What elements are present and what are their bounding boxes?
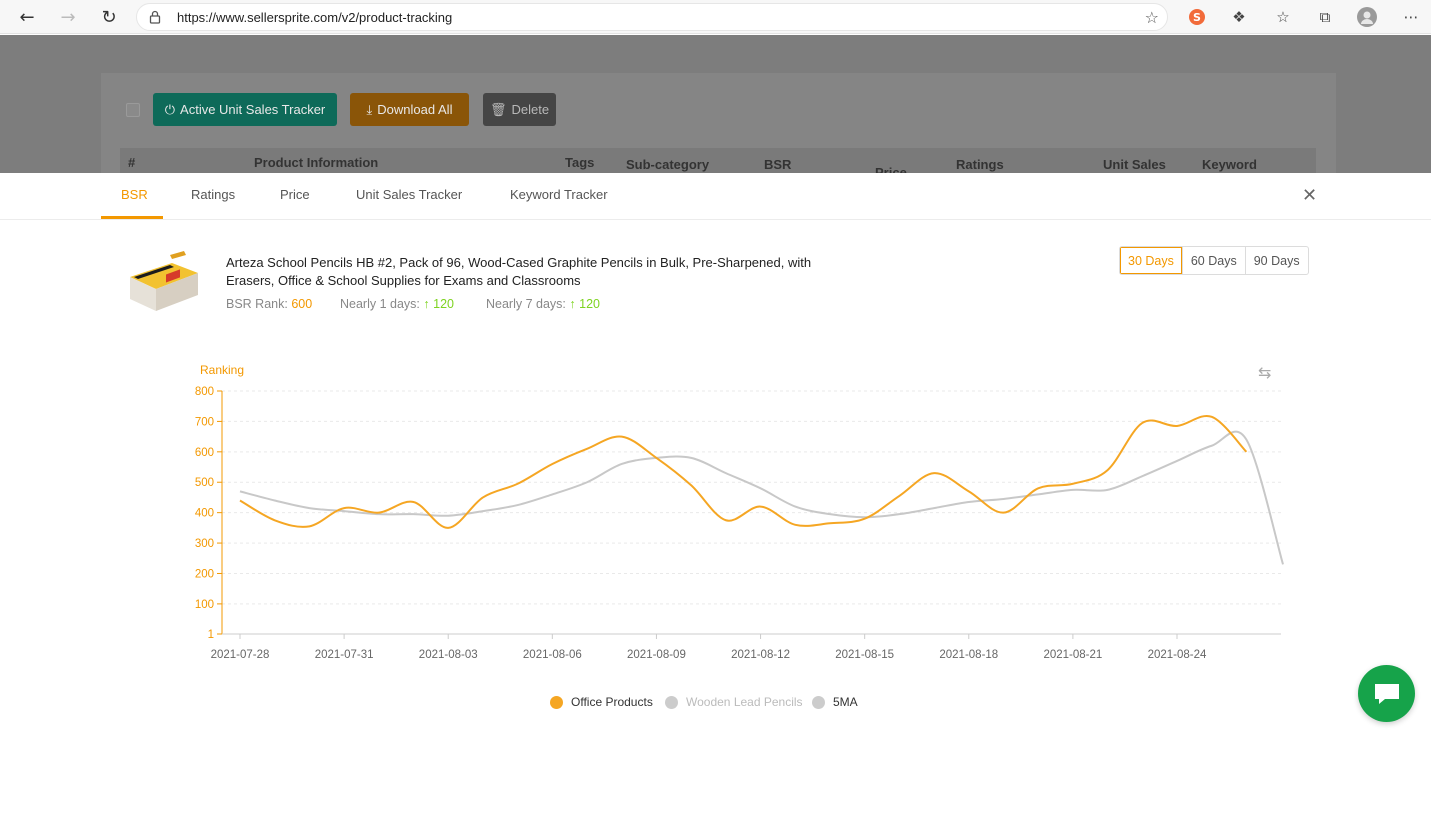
forward-icon[interactable]: → [55,4,81,30]
days-90-button[interactable]: 90 Days [1244,247,1308,274]
y-tick-label: 300 [195,538,214,550]
x-tick-label: 2021-08-09 [627,649,686,661]
delete-button[interactable]: 🗑 Delete [483,93,556,126]
up-arrow-icon: ↑ [569,297,576,311]
nearly-1-days-value: 120 [433,297,454,311]
active-tab-underline [101,216,163,219]
nearly-7-days: Nearly 7 days: ↑ 120 [486,297,600,311]
y-tick-label: 200 [195,568,214,580]
up-arrow-icon: ↑ [423,297,430,311]
extensions-icon[interactable]: ❖ [1228,6,1250,28]
active-unit-sales-tracker-button[interactable]: ⏻ Active Unit Sales Tracker [153,93,337,126]
chat-button[interactable] [1358,665,1415,722]
tab-keyword-tracker[interactable]: Keyword Tracker [510,187,608,202]
y-tick-label: 800 [195,386,214,398]
x-tick-label: 2021-08-03 [419,649,478,661]
x-tick-label: 2021-08-21 [1043,649,1102,661]
x-tick-label: 2021-08-18 [939,649,998,661]
nearly-7-days-value: 120 [579,297,600,311]
x-tick-label: 2021-08-15 [835,649,894,661]
chat-bubble-icon [1374,683,1399,704]
svg-text:S: S [1193,11,1201,24]
download-icon: ⤓ [366,101,373,117]
x-tick-label: 2021-08-24 [1148,649,1207,661]
y-tick-label: 600 [195,447,214,459]
profile-avatar-icon[interactable] [1356,6,1378,28]
day-range-selector: 30 Days 60 Days 90 Days [1119,246,1309,275]
power-icon: ⏻ [164,101,176,117]
y-tick-label: 500 [195,477,214,489]
col-unit-sales: Unit Sales [1103,157,1166,172]
active-label: Active Unit Sales Tracker [180,102,326,117]
lock-icon [149,10,161,24]
nearly-7-days-label: Nearly 7 days: [486,297,566,311]
y-axis-title: Ranking [200,363,244,377]
days-60-button[interactable]: 60 Days [1181,247,1245,274]
y-tick-label: 400 [195,508,214,520]
delete-label: Delete [511,102,550,117]
x-tick-label: 2021-07-28 [211,649,270,661]
reload-icon[interactable]: ↻ [96,4,122,30]
product-thumbnail[interactable] [126,249,202,313]
collections-icon[interactable]: ⧉ [1314,6,1336,28]
y-tick-label: 700 [195,416,214,428]
bsr-rank: BSR Rank: 600 [226,297,312,311]
sellersprite-extension-icon[interactable]: S [1186,6,1208,28]
select-all-checkbox[interactable] [126,103,140,117]
bsr-line-chart: Ranking ⇆ 1 100 200 300 400 500 600 700 800 2021-07… [195,363,1284,661]
col-product: Product Information [254,155,379,170]
address-bar[interactable]: https://www.sellersprite.com/v2/product-… [136,3,1168,31]
y-tick-label: 100 [195,599,214,611]
days-30-button[interactable]: 30 Days [1120,247,1182,274]
bsr-rank-label: BSR Rank: [226,297,288,311]
bsr-rank-value: 600 [291,297,313,311]
col-keyword: Keyword [1202,157,1257,172]
col-ratings: Ratings [956,157,1004,172]
nearly-1-days: Nearly 1 days: ↑ 120 [340,297,454,311]
trash-icon: 🗑 [489,101,507,117]
browser-toolbar: ← → ↻ https://www.sellersprite.com/v2/pr… [0,0,1431,34]
product-title[interactable]: Arteza School Pencils HB #2, Pack of 96,… [226,254,816,290]
col-tags: Tags [565,155,595,170]
download-all-button[interactable]: ⤓ Download All [350,93,469,126]
download-label: Download All [377,102,453,117]
more-menu-icon[interactable]: ⋯ [1400,6,1422,28]
tab-ratings[interactable]: Ratings [191,187,235,202]
close-icon[interactable]: ✕ [1302,185,1317,206]
col-bsr: BSR [764,157,792,172]
y-tick-label: 1 [208,629,214,641]
url-text: https://www.sellersprite.com/v2/product-… [177,10,453,25]
tab-unit-sales-tracker[interactable]: Unit Sales Tracker [356,187,462,202]
back-icon[interactable]: ← [14,4,40,30]
col-subcategory: Sub-category [626,157,710,172]
favorite-icon[interactable]: ☆ [1145,8,1159,27]
x-tick-label: 2021-07-31 [315,649,374,661]
swap-axis-icon[interactable]: ⇆ [1258,363,1271,382]
favorites-icon[interactable]: ☆ [1272,6,1294,28]
series-line-office-products [239,414,1248,529]
modal-tabs: BSR Ratings Price Unit Sales Tracker Key… [0,173,1431,220]
col-index: # [128,155,136,170]
tab-bsr[interactable]: BSR [121,187,148,202]
x-tick-label: 2021-08-06 [523,649,582,661]
tab-price[interactable]: Price [280,187,310,202]
x-tick-label: 2021-08-12 [731,649,790,661]
nearly-1-days-label: Nearly 1 days: [340,297,420,311]
